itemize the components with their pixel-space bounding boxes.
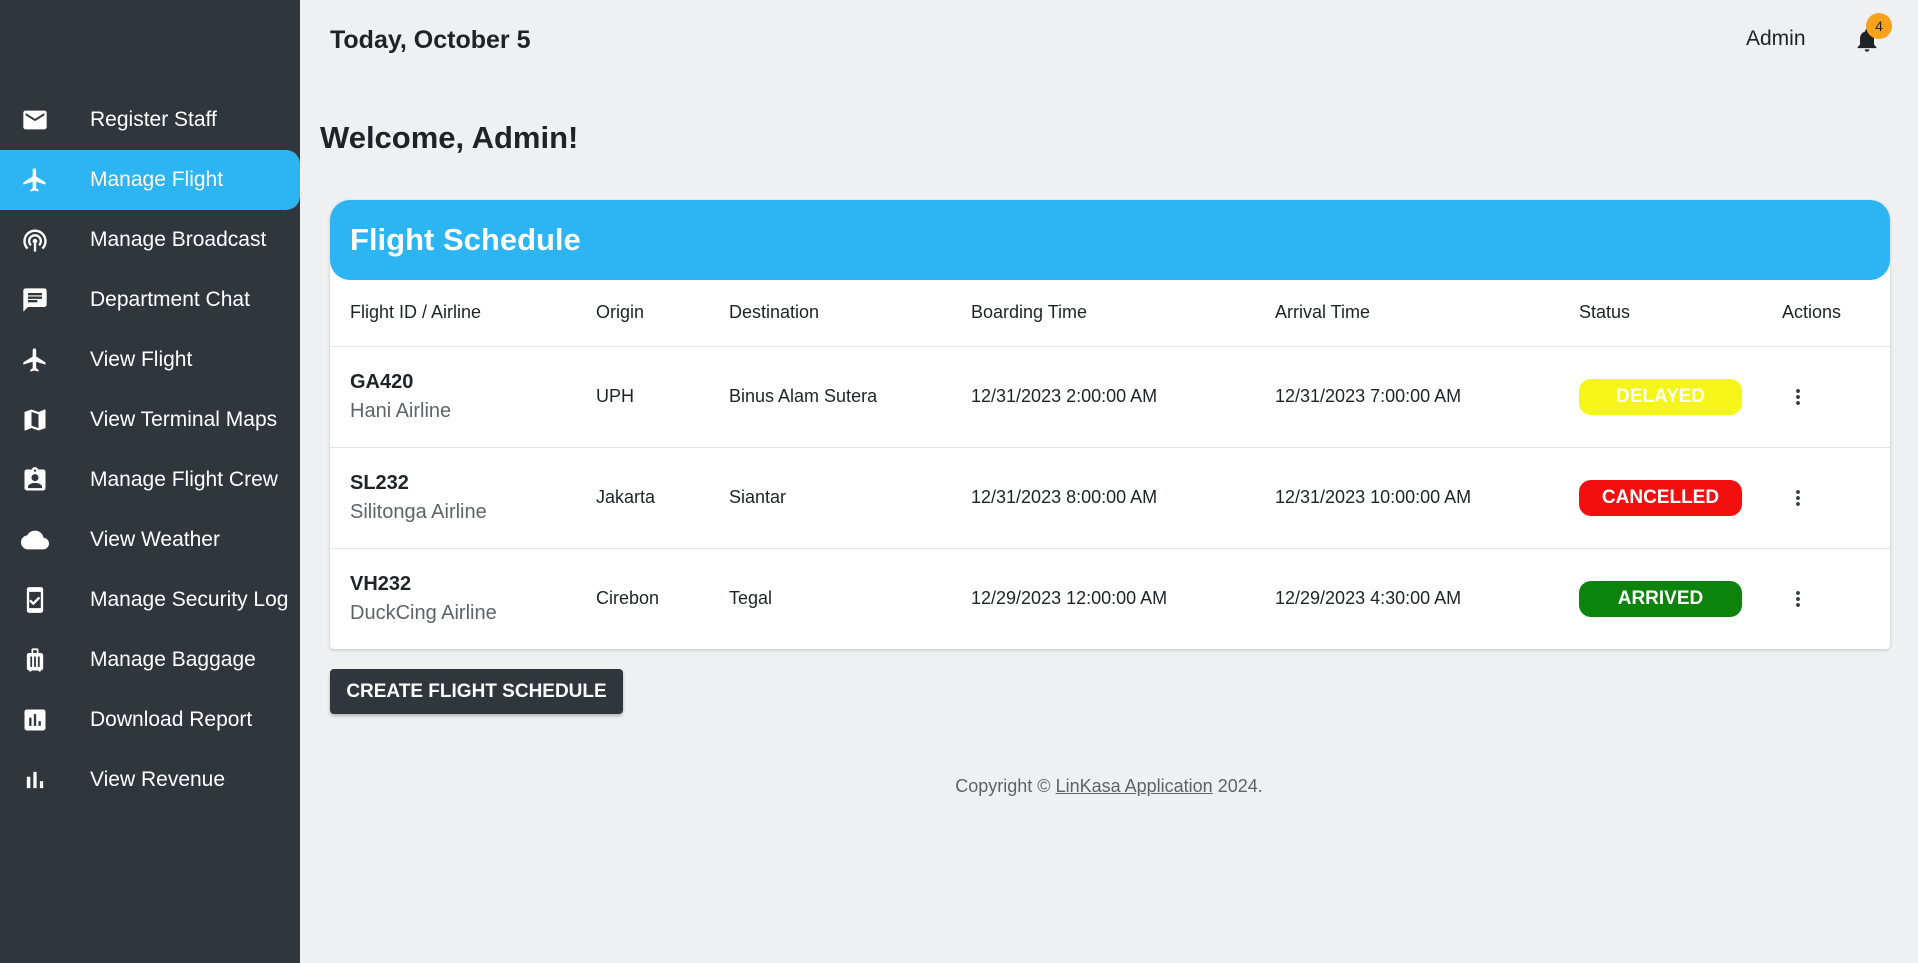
actions-cell (1762, 447, 1890, 549)
sidebar-item-department-chat[interactable]: Department Chat (0, 270, 300, 330)
notification-badge: 4 (1866, 13, 1892, 39)
status-badge: ARRIVED (1579, 580, 1742, 617)
flight-id: GA420 (350, 370, 414, 393)
sidebar-item-label: View Terminal Maps (90, 408, 278, 431)
status-cell: CANCELLED (1559, 447, 1762, 549)
column-header: Boarding Time (951, 280, 1255, 347)
flight-cell: VH232 DuckCing Airline (330, 548, 576, 649)
boarding-time-cell: 12/31/2023 2:00:00 AM (951, 346, 1255, 448)
sidebar-item-view-terminal-maps[interactable]: View Terminal Maps (0, 390, 300, 450)
boarding-time-cell: 12/31/2023 8:00:00 AM (951, 447, 1255, 549)
cloud-icon (21, 526, 49, 554)
footer-suffix: 2024. (1212, 776, 1263, 796)
airplane-icon (21, 346, 49, 374)
arrival-time-cell: 12/31/2023 10:00:00 AM (1255, 447, 1559, 549)
table-row: VH232 DuckCing Airline Cirebon Tegal 12/… (330, 548, 1890, 649)
origin-cell: Cirebon (596, 588, 660, 609)
destination-cell: Binus Alam Sutera (709, 346, 951, 448)
column-header: Origin (576, 280, 709, 347)
card-title: Flight Schedule (330, 200, 1890, 280)
sidebar-item-manage-broadcast[interactable]: Manage Broadcast (0, 210, 300, 270)
status-badge: CANCELLED (1579, 479, 1742, 516)
column-header: Arrival Time (1255, 280, 1559, 347)
flight-cell: SL232 Silitonga Airline (330, 447, 576, 549)
sidebar-item-register-staff[interactable]: Register Staff (0, 90, 300, 150)
airline-name: DuckCing Airline (350, 601, 497, 624)
status-badge: DELAYED (1579, 378, 1742, 415)
column-header: Actions (1762, 280, 1890, 347)
more-vert-icon[interactable] (1786, 385, 1810, 409)
flight-id: SL232 (350, 471, 409, 494)
mail-icon (21, 106, 49, 134)
user-name[interactable]: Admin (1746, 27, 1806, 51)
column-header: Flight ID / Airline (330, 280, 576, 347)
report-icon (21, 706, 49, 734)
airline-name: Silitonga Airline (350, 500, 487, 523)
sidebar-item-label: Manage Broadcast (90, 228, 267, 251)
page-title: Welcome, Admin! (320, 120, 579, 155)
status-cell: DELAYED (1559, 346, 1762, 448)
sidebar-item-label: Department Chat (90, 288, 250, 311)
more-vert-icon[interactable] (1786, 587, 1810, 611)
actions-cell (1762, 346, 1890, 448)
airplane-icon (21, 166, 49, 194)
sidebar-item-label: Manage Flight Crew (90, 468, 278, 491)
flight-schedule-card: Flight Schedule Flight ID / Airline Orig… (330, 200, 1890, 649)
origin-cell: UPH (576, 346, 709, 448)
arrival-time-cell: 12/29/2023 4:30:00 AM (1275, 588, 1462, 609)
more-vert-icon[interactable] (1786, 486, 1810, 510)
column-header: Destination (709, 280, 951, 347)
sidebar-item-manage-flight[interactable]: Manage Flight (0, 150, 300, 210)
sidebar-item-manage-baggage[interactable]: Manage Baggage (0, 630, 300, 690)
arrival-time-cell: 12/31/2023 7:00:00 AM (1255, 346, 1559, 448)
create-flight-schedule-button[interactable]: CREATE FLIGHT SCHEDULE (330, 669, 623, 714)
badge-icon (21, 466, 49, 494)
actions-cell (1762, 548, 1890, 649)
destination-cell: Tegal (729, 588, 773, 609)
broadcast-icon (21, 226, 49, 254)
sidebar-item-label: View Weather (90, 528, 220, 551)
destination-cell: Siantar (709, 447, 951, 549)
sidebar-item-label: Register Staff (90, 108, 217, 131)
table-row: GA420 Hani Airline UPH Binus Alam Sutera… (330, 346, 1890, 448)
column-header: Status (1559, 280, 1762, 347)
chat-icon (21, 286, 49, 314)
sidebar-item-label: Manage Flight (90, 168, 224, 191)
map-icon (21, 406, 49, 434)
table-header-row: Flight ID / Airline Origin Destination B… (330, 280, 1890, 347)
table-row: SL232 Silitonga Airline Jakarta Siantar … (330, 447, 1890, 549)
sidebar-item-label: Manage Baggage (90, 648, 256, 671)
status-cell: ARRIVED (1559, 548, 1762, 649)
current-date: Today, October 5 (330, 26, 531, 54)
sidebar-item-manage-security-log[interactable]: Manage Security Log (0, 570, 300, 630)
sidebar: Register Staff Manage Flight Manage Broa… (0, 0, 300, 963)
flight-table: Flight ID / Airline Origin Destination B… (330, 280, 1890, 649)
boarding-time-cell: 12/29/2023 12:00:00 AM (971, 588, 1168, 609)
origin-cell: Jakarta (576, 447, 709, 549)
luggage-icon (21, 646, 49, 674)
flight-cell: GA420 Hani Airline (330, 346, 576, 448)
footer-link[interactable]: LinKasa Application (1056, 776, 1213, 796)
sidebar-item-download-report[interactable]: Download Report (0, 690, 300, 750)
sidebar-item-label: Manage Security Log (90, 588, 289, 611)
sidebar-item-manage-flight-crew[interactable]: Manage Flight Crew (0, 450, 300, 510)
footer-prefix: Copyright © (955, 776, 1056, 796)
sidebar-item-label: View Flight (90, 348, 193, 371)
footer: Copyright © LinKasa Application 2024. (0, 776, 1918, 797)
sidebar-item-view-weather[interactable]: View Weather (0, 510, 300, 570)
sidebar-item-label: Download Report (90, 708, 253, 731)
checklist-icon (21, 586, 49, 614)
airline-name: Hani Airline (350, 399, 452, 422)
flight-id: VH232 (350, 572, 412, 595)
sidebar-item-view-flight[interactable]: View Flight (0, 330, 300, 390)
